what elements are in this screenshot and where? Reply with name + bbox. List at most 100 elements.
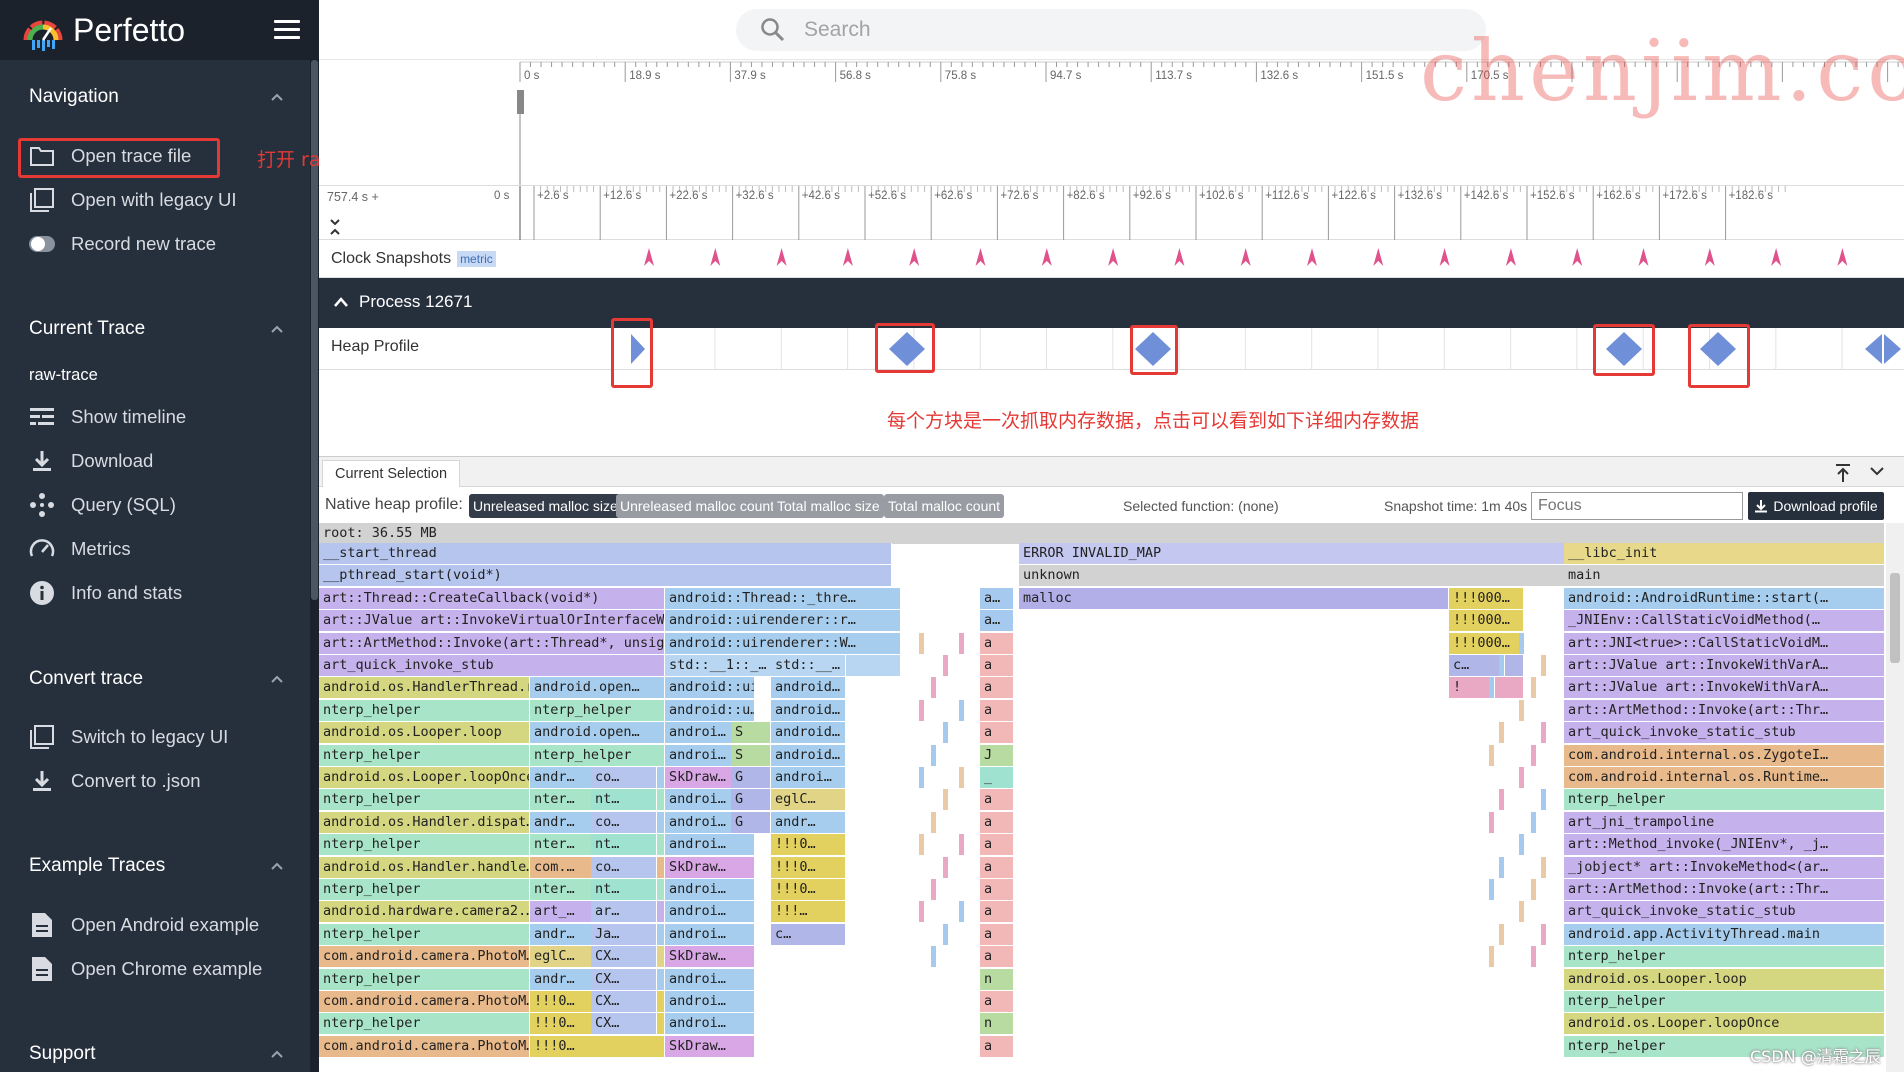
flame-frame[interactable]: a [980,856,1014,878]
flame-frame[interactable]: android.hardware.camera2.… [319,901,530,923]
flame-frame[interactable]: malloc [1019,587,1449,609]
flame-frame[interactable]: ar… [591,901,657,923]
flame-frame-sliver[interactable] [1519,901,1525,923]
heap-profile-markers[interactable] [319,328,1904,370]
flame-frame-sliver[interactable] [1499,923,1505,945]
flame-frame[interactable]: com.android.camera.PhotoM… [319,1035,530,1057]
flame-frame[interactable]: android… [771,744,846,766]
flame-frame-sliver[interactable] [1499,722,1505,744]
chevron-down-icon[interactable] [1869,465,1885,477]
flame-frame[interactable]: a [980,1035,1014,1057]
flame-frame[interactable]: androi… [665,968,755,990]
flame-frame[interactable]: androi… [665,923,755,945]
track-clock-snapshots[interactable]: Clock Snapshots metric [319,240,1904,278]
flame-frame[interactable]: art::ArtMethod::Invoke(art::Thr… [1564,699,1885,721]
flame-frame-sliver[interactable] [943,789,949,811]
flame-frame-sliver[interactable] [919,834,925,856]
flame-frame[interactable]: a [980,655,1014,676]
flame-frame[interactable]: android.open… [530,722,665,744]
flame-frame[interactable]: !!!… [771,901,846,923]
flame-frame[interactable]: eglC… [771,789,846,811]
flame-frame-sliver[interactable] [1541,722,1547,744]
flame-frame[interactable]: n [980,968,1014,990]
flame-frame[interactable]: android::AndroidRuntime::start(… [1564,587,1885,609]
sidebar-item-metrics[interactable]: Metrics [28,531,298,567]
flame-frame-sliver[interactable] [959,767,965,788]
flame-frame[interactable]: _jobject* art::InvokeMethod<(ar… [1564,856,1885,878]
flame-frame[interactable]: SkDraw… [665,1035,755,1057]
flame-frame-sliver[interactable] [1531,946,1537,968]
section-title-support[interactable]: Support [29,1043,96,1065]
flame-frame-sliver[interactable] [931,879,937,900]
sidebar-item-convert-json[interactable]: Convert to .json [28,763,298,799]
flame-frame[interactable]: root: 36.55 MB [319,523,1885,544]
flame-frame[interactable]: c… [1449,655,1524,676]
section-title-convert-trace[interactable]: Convert trace [29,668,143,690]
flame-frame[interactable]: com.android.internal.os.Runtime… [1564,767,1885,788]
flame-frame[interactable]: android.os.Looper.loop [319,722,530,744]
flame-frame[interactable]: android::uirenderer::r… [665,610,901,632]
flame-frame[interactable]: a [980,677,1014,699]
search-box[interactable] [736,9,1486,51]
section-title-current-trace[interactable]: Current Trace [29,318,145,340]
flame-frame[interactable]: co… [591,767,657,788]
sidebar-item-query-sql[interactable]: Query (SQL) [28,487,298,523]
flame-frame[interactable]: __start_thread [319,543,892,564]
flame-frame[interactable]: androi… [665,901,755,923]
flame-frame[interactable]: android… [771,677,846,699]
sidebar-item-switch-legacy-ui[interactable]: Switch to legacy UI [28,719,298,755]
flame-frame[interactable]: a [980,901,1014,923]
flame-frame[interactable]: Ja… [591,923,657,945]
flame-frame-sliver[interactable] [943,856,949,878]
tab-current-selection[interactable]: Current Selection [322,460,461,487]
flame-frame[interactable]: J [980,744,1014,766]
flame-frame[interactable]: art_quick_invoke_static_stub [1564,722,1885,744]
flame-frame[interactable]: art::JValue art::InvokeWithVarA… [1564,655,1885,676]
flame-frame[interactable]: a… [980,587,1014,609]
flame-frame[interactable]: android::uirenderer::W… [665,632,901,654]
flame-frame[interactable]: a [980,632,1014,654]
flame-frame-sliver[interactable] [1541,923,1547,945]
track-heap-profile[interactable]: Heap Profile [319,328,1904,370]
flame-frame-sliver[interactable] [931,811,937,833]
flame-frame[interactable]: !!!000… [1449,632,1524,654]
flame-frame[interactable]: a [980,722,1014,744]
flame-frame[interactable]: S [731,744,771,766]
flame-frame[interactable]: com.android.camera.PhotoM… [319,946,530,968]
flame-frame-sliver[interactable] [943,923,949,945]
flame-frame-sliver[interactable] [943,655,949,676]
flame-frame[interactable]: androi… [665,879,755,900]
chevron-up-icon[interactable] [270,859,284,873]
flame-frame[interactable]: android.os.Looper.loop [1564,968,1885,990]
flame-frame-sliver[interactable] [1519,834,1525,856]
flame-frame-sliver[interactable] [919,699,925,721]
flame-frame[interactable]: nterp_helper [319,834,530,856]
chevron-up-icon[interactable] [270,90,284,104]
flame-frame[interactable]: _ [980,767,1014,788]
flame-frame[interactable]: a [980,923,1014,945]
flame-frame[interactable]: _JNIEnv::CallStaticVoidMethod(… [1564,610,1885,632]
flame-frame[interactable]: androi… [665,1013,755,1035]
flame-frame[interactable]: nterp_helper [319,699,530,721]
sidebar-item-download[interactable]: Download [28,443,298,479]
flamegraph-scrollbar[interactable] [1886,523,1904,1072]
flame-frame-sliver[interactable] [919,901,925,923]
flame-frame[interactable]: S [731,722,771,744]
flame-frame[interactable]: androi… [665,991,755,1012]
hamburger-menu-icon[interactable] [274,20,300,40]
flame-frame[interactable]: a [980,834,1014,856]
flamegraph[interactable]: root: 36.55 MB __start_thread __pthread_st… [319,523,1885,1072]
flame-frame[interactable]: a [980,879,1014,900]
flame-frame-sliver[interactable] [1541,856,1547,878]
flame-frame[interactable]: nterp_helper [1564,789,1885,811]
flame-frame[interactable]: andr… [771,811,846,833]
flame-frame-sliver[interactable] [1519,767,1525,788]
flame-frame[interactable]: android::Thread::_thre… [665,587,901,609]
flame-frame[interactable]: androi… [665,834,755,856]
flame-frame-sliver[interactable] [1499,856,1505,878]
chevron-up-icon[interactable] [333,296,349,308]
flame-frame[interactable]: std::__… [771,655,846,676]
flame-frame-sliver[interactable] [919,632,925,654]
flame-frame[interactable]: art_jni_trampoline [1564,811,1885,833]
flame-frame-sliver[interactable] [943,722,949,744]
